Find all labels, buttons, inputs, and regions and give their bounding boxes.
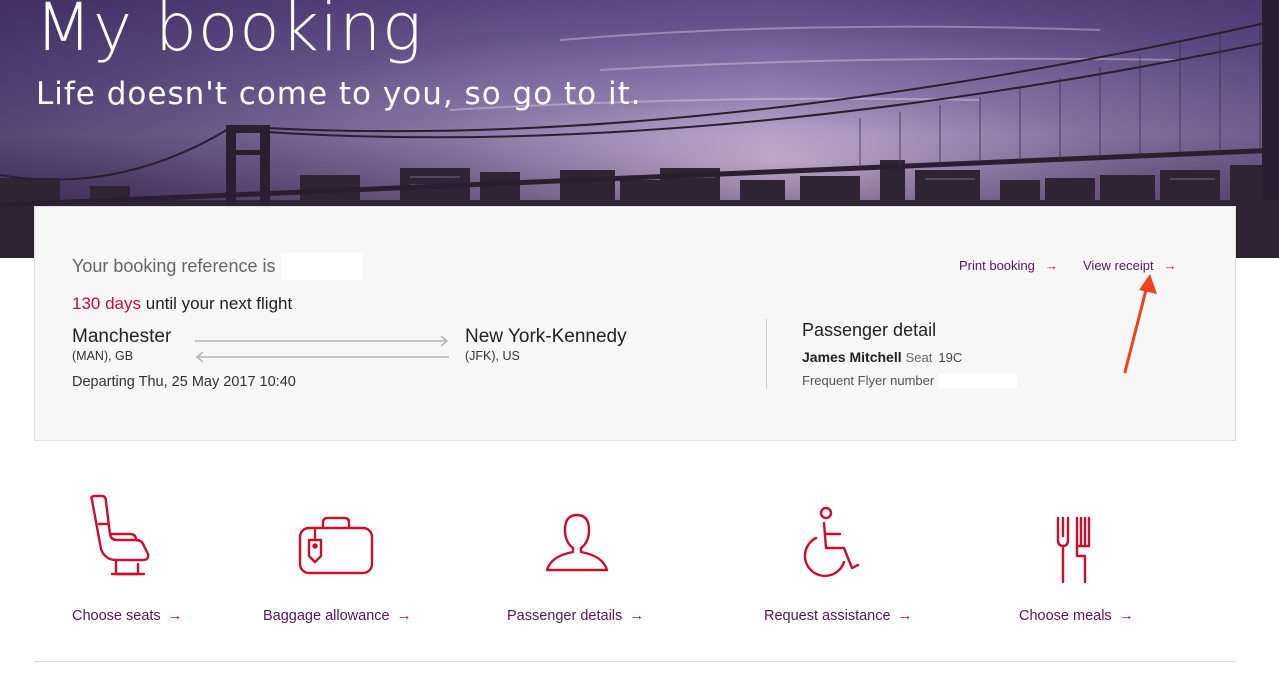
baggage-icon	[298, 516, 374, 575]
choose-meals-link[interactable]: Choose meals →	[1019, 607, 1134, 624]
passenger-name: James Mitchell	[802, 349, 902, 365]
origin-code: (MAN), GB	[72, 349, 134, 363]
arrow-right-icon: →	[1163, 258, 1177, 273]
destination-city: New York-Kennedy	[465, 326, 627, 347]
meal-icon	[1056, 516, 1091, 584]
booking-reference-label: Your booking reference is	[72, 256, 276, 276]
arrow-right-icon: →	[1118, 607, 1134, 624]
passenger-detail-heading: Passenger detail	[802, 320, 937, 340]
passenger-details-label: Passenger details	[507, 607, 623, 624]
choose-meals-label: Choose meals	[1019, 607, 1112, 624]
baggage-allowance-label: Baggage allowance	[263, 607, 390, 624]
person-icon	[545, 513, 609, 572]
section-divider	[34, 661, 1236, 662]
seat-value: 19C	[938, 350, 963, 365]
departure-datetime: Departing Thu, 25 May 2017 10:40	[72, 374, 296, 390]
passenger-summary: James Mitchell Seat 19C	[802, 349, 962, 365]
origin-city: Manchester	[72, 326, 172, 347]
return-route-arrows-icon	[195, 335, 449, 363]
frequent-flyer-row: Frequent Flyer number	[802, 373, 1018, 388]
booking-reference-value	[281, 253, 364, 280]
destination-code: (JFK), US	[465, 349, 520, 363]
flight-countdown: 130 days until your next flight	[72, 294, 292, 314]
print-booking-link[interactable]: Print booking →	[959, 258, 1058, 273]
passenger-details-link[interactable]: Passenger details →	[507, 607, 644, 624]
booking-reference-row: Your booking reference is	[72, 253, 364, 280]
seat-icon	[90, 494, 150, 576]
seat-label: Seat	[905, 350, 933, 365]
choose-seats-link[interactable]: Choose seats →	[72, 607, 183, 624]
request-assistance-label: Request assistance	[764, 607, 891, 624]
frequent-flyer-value	[939, 373, 1018, 388]
page-title: My booking	[35, 0, 423, 66]
arrow-right-icon: →	[1044, 258, 1058, 273]
arrow-right-icon: →	[167, 607, 183, 624]
baggage-allowance-link[interactable]: Baggage allowance →	[263, 607, 412, 624]
countdown-text: until your next flight	[145, 294, 293, 313]
print-booking-label: Print booking	[959, 258, 1035, 273]
page-subtitle: Life doesn't come to you, so go to it.	[36, 76, 642, 112]
arrow-right-icon: →	[629, 607, 645, 624]
manage-booking-actions: Choose seats → Baggage allowance → Passe…	[0, 490, 1279, 630]
booking-summary-card: Your booking reference is 130 days until…	[34, 206, 1236, 441]
countdown-days: 130 days	[72, 294, 141, 313]
request-assistance-link[interactable]: Request assistance →	[764, 607, 913, 624]
card-divider	[766, 319, 767, 389]
arrow-right-icon: →	[897, 607, 913, 624]
frequent-flyer-label: Frequent Flyer number	[802, 373, 935, 388]
wheelchair-icon	[803, 506, 860, 578]
choose-seats-label: Choose seats	[72, 607, 161, 624]
annotation-arrow-icon	[1123, 274, 1157, 374]
arrow-right-icon: →	[396, 607, 412, 624]
